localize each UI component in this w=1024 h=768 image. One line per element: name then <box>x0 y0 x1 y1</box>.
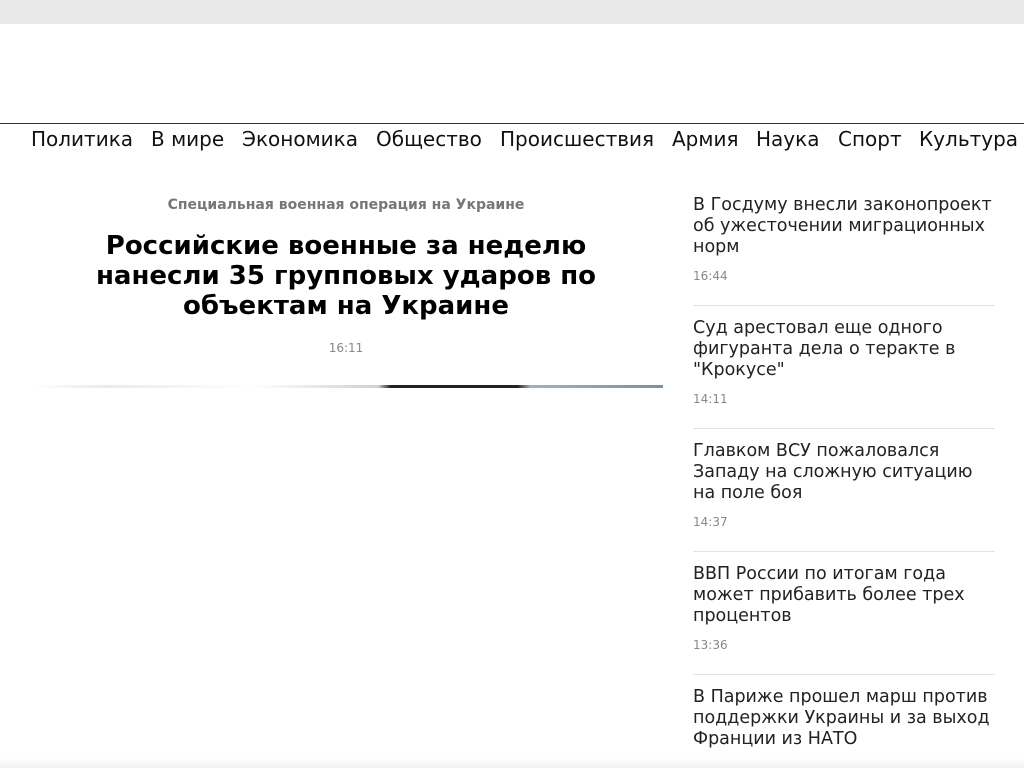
news-item[interactable]: В Госдуму внесли законопроект об ужесточ… <box>693 195 995 284</box>
header-area <box>0 24 1024 123</box>
news-title[interactable]: В Госдуму внесли законопроект об ужесточ… <box>693 195 995 258</box>
article-rubric[interactable]: Специальная военная операция на Украине <box>30 196 662 214</box>
news-item[interactable]: Главком ВСУ пожаловался Западу на сложну… <box>693 441 995 530</box>
nav-item-politics[interactable]: Политика <box>31 127 133 151</box>
article-headline[interactable]: Российские военные за неделю нанесли 35 … <box>60 231 632 321</box>
main-navigation: Политика В мире Экономика Общество Проис… <box>0 123 1024 156</box>
news-title[interactable]: Главком ВСУ пожаловался Западу на сложну… <box>693 441 995 504</box>
news-title[interactable]: Суд арестовал еще одного фигуранта дела … <box>693 318 995 381</box>
nav-item-economy[interactable]: Экономика <box>242 127 358 151</box>
browser-top-bar <box>0 0 1024 24</box>
news-divider <box>693 674 995 675</box>
nav-item-army[interactable]: Армия <box>672 127 739 151</box>
nav-item-science[interactable]: Наука <box>756 127 819 151</box>
news-time: 14:11 <box>693 392 728 406</box>
news-divider <box>693 305 995 306</box>
news-divider <box>693 428 995 429</box>
news-item[interactable]: В Париже прошел марш против поддержки Ук… <box>693 687 995 750</box>
article-image[interactable] <box>30 385 663 388</box>
nav-item-world[interactable]: В мире <box>151 127 224 151</box>
article-time: 16:11 <box>328 341 364 355</box>
bottom-fade <box>0 758 1024 768</box>
nav-item-society[interactable]: Общество <box>376 127 482 151</box>
news-time: 13:36 <box>693 638 728 652</box>
news-title[interactable]: В Париже прошел марш против поддержки Ук… <box>693 687 995 750</box>
news-item[interactable]: ВВП России по итогам года может прибавит… <box>693 564 995 653</box>
nav-item-sport[interactable]: Спорт <box>838 127 902 151</box>
nav-item-incidents[interactable]: Происшествия <box>500 127 654 151</box>
news-item[interactable]: Суд арестовал еще одного фигуранта дела … <box>693 318 995 407</box>
news-time: 16:44 <box>693 269 728 283</box>
news-title[interactable]: ВВП России по итогам года может прибавит… <box>693 564 995 627</box>
news-time: 14:37 <box>693 515 728 529</box>
news-divider <box>693 551 995 552</box>
nav-item-culture[interactable]: Культура <box>919 127 1018 151</box>
